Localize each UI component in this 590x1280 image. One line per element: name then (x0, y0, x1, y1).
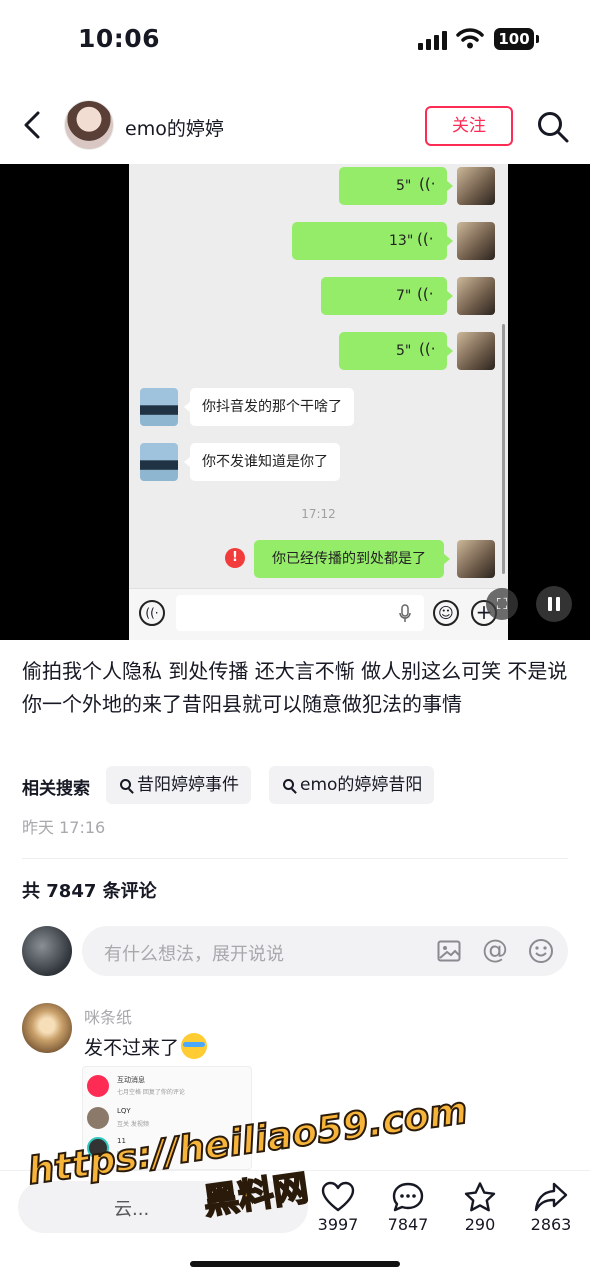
pause-icon[interactable] (536, 586, 572, 622)
comment-text: 发不过来了 (84, 1033, 208, 1060)
image-icon[interactable] (437, 940, 461, 962)
chat-input-bar: ((· ☺ + (129, 588, 508, 640)
chat-avatar-me (457, 167, 495, 205)
voice-wave-icon: ((· (417, 285, 434, 303)
search-icon (283, 779, 294, 790)
chat-scrollbar (502, 324, 505, 574)
comment-input[interactable]: 有什么想法，展开说说 @ (82, 926, 568, 976)
screenshot-icon[interactable]: ⛶ (486, 588, 518, 620)
voice-message: 13" ((· (292, 222, 453, 260)
voice-wave-icon: ((· (417, 230, 434, 248)
author-avatar[interactable] (64, 100, 114, 150)
voice-wave-icon: ((· (419, 175, 436, 193)
microphone-icon (399, 604, 411, 622)
crying-emoji-icon (181, 1033, 208, 1059)
chat-timestamp: 17:12 (301, 507, 336, 521)
wifi-icon (456, 28, 484, 49)
comment-count: 共 7847 条评论 (22, 881, 157, 902)
watermark-brand: 黑料网 (200, 1168, 312, 1224)
home-indicator (190, 1261, 400, 1267)
voice-toggle-icon: ((· (139, 600, 165, 626)
battery-icon: 100 (494, 28, 539, 50)
interaction-icon (87, 1075, 109, 1097)
incoming-message: 你不发谁知道是你了 (184, 443, 340, 481)
share-button[interactable]: 2863 (516, 1181, 586, 1234)
voice-wave-icon: ((· (419, 340, 436, 358)
my-avatar (22, 926, 72, 976)
related-search-label: 相关搜索 (22, 779, 90, 799)
author-header: emo的婷婷 关注 (0, 92, 590, 160)
comment-total: 7847 (387, 1215, 429, 1234)
chat-avatar-me (457, 540, 495, 578)
voice-message: 5" ((· (339, 167, 453, 205)
share-arrow-icon (534, 1182, 568, 1212)
search-icon (120, 779, 131, 790)
incoming-message: 你抖音发的那个干啥了 (184, 388, 354, 426)
video-player[interactable]: 5" ((· 13" ((· 7" ((· 5" ((· 你抖音发的那个干啥了 … (0, 164, 590, 640)
commenter-avatar[interactable] (22, 1003, 72, 1053)
status-bar: 10:06 100 (0, 0, 590, 84)
post-time: 昨天 17:16 (22, 818, 106, 837)
chat-input-box (176, 595, 424, 631)
chat-avatar-me (457, 277, 495, 315)
mention-icon[interactable]: @ (482, 935, 508, 965)
chat-avatar-me (457, 222, 495, 260)
chat-emoji-icon: ☺ (433, 600, 459, 626)
commenter-name[interactable]: 咪条纸 (84, 1004, 132, 1028)
search-icon[interactable] (536, 110, 570, 144)
chat-avatar-me (457, 332, 495, 370)
voice-message: 7" ((· (321, 277, 453, 315)
divider (22, 858, 568, 859)
chat-avatar-other (140, 388, 178, 426)
related-search-chip[interactable]: 昔阳婷婷事件 (106, 766, 251, 804)
video-caption: 偷拍我个人隐私 到处传播 还大言不惭 做人别这么可笑 不是说你一个外地的来了昔阳… (22, 659, 568, 716)
chat-avatar-other (140, 443, 178, 481)
comment-placeholder: 有什么想法，展开说说 (104, 944, 284, 965)
back-arrow-icon[interactable] (20, 110, 46, 140)
like-count: 3997 (317, 1215, 359, 1234)
emoji-icon[interactable] (528, 938, 554, 964)
share-count: 2863 (530, 1215, 572, 1234)
follow-button[interactable]: 关注 (425, 106, 513, 146)
favorite-count: 290 (464, 1215, 496, 1234)
chat-screenshot: 5" ((· 13" ((· 7" ((· 5" ((· 你抖音发的那个干啥了 … (129, 164, 508, 640)
cellular-signal-icon (418, 30, 450, 50)
related-search-chip[interactable]: emo的婷婷昔阳 (269, 766, 435, 804)
failed-message: 你已经传播的到处都是了 (254, 540, 450, 578)
send-failed-icon: ! (225, 548, 245, 568)
related-search: 相关搜索 昔阳婷婷事件 emo的婷婷昔阳 (22, 766, 582, 804)
status-time: 10:06 (78, 24, 161, 53)
voice-message: 5" ((· (339, 332, 453, 370)
author-name[interactable]: emo的婷婷 (125, 114, 224, 141)
